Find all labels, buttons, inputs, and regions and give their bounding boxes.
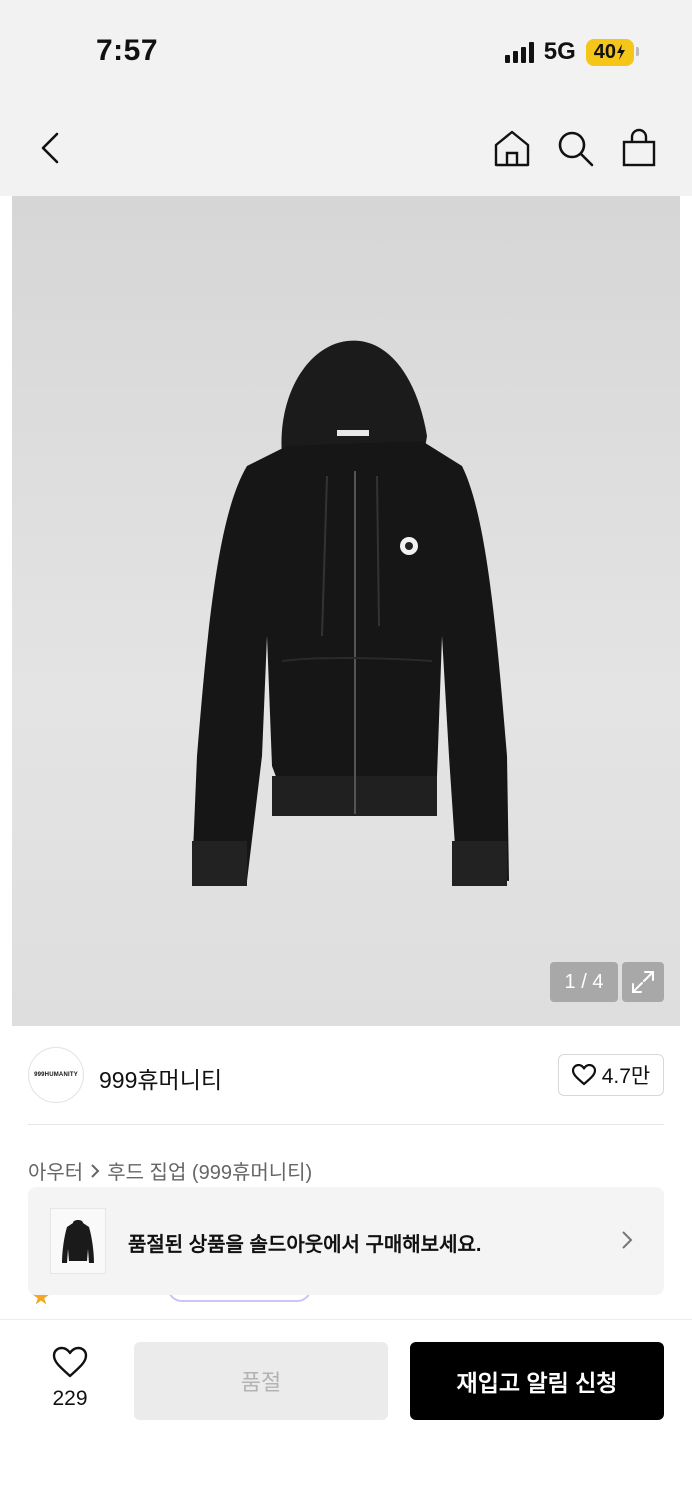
product-image-gallery[interactable]: 1 / 4 — [12, 196, 680, 1026]
image-pager: 1 / 4 — [550, 962, 618, 1002]
network-label: 5G — [543, 38, 576, 65]
banner-thumbnail — [50, 1208, 106, 1274]
home-icon — [494, 130, 530, 167]
wishlist-button[interactable]: 229 — [40, 1346, 100, 1411]
battery-level: 40 — [593, 40, 616, 63]
brand-logo[interactable]: 999HUMANITY — [28, 1047, 84, 1103]
expand-icon — [632, 971, 654, 993]
wishlist-count: 229 — [52, 1387, 88, 1410]
battery-icon: 40 — [585, 38, 639, 66]
status-bar: 7:57 5G 40 — [0, 0, 692, 100]
hoodie-product-image — [192, 340, 509, 886]
soldout-banner[interactable]: 품절된 상품을 솔드아웃에서 구매해보세요. — [28, 1187, 664, 1295]
brand-like-button[interactable]: 4.7만 — [558, 1054, 664, 1096]
status-time: 7:57 — [96, 34, 159, 67]
search-icon — [558, 131, 594, 167]
search-button[interactable] — [553, 126, 597, 170]
expand-button[interactable] — [622, 962, 664, 1002]
heart-icon — [571, 1064, 596, 1086]
breadcrumb-category[interactable]: 아우터 — [28, 1156, 83, 1185]
breadcrumb: 아우터 후드 집업 (999휴머니티) — [28, 1156, 312, 1185]
top-nav-bar — [0, 100, 692, 196]
cart-button[interactable] — [617, 126, 661, 170]
brand-like-count: 4.7만 — [601, 1065, 651, 1088]
chevron-right-icon — [622, 1231, 633, 1249]
restock-alert-button[interactable]: 재입고 알림 신청 — [410, 1342, 664, 1420]
chevron-left-icon — [41, 132, 59, 164]
brand-name[interactable]: 999휴머니티 — [99, 1061, 222, 1095]
breadcrumb-subcategory[interactable]: 후드 집업 (999휴머니티) — [107, 1156, 312, 1185]
shopping-bag-icon — [622, 128, 656, 167]
bottom-action-bar: 229 품절 재입고 알림 신청 — [0, 1319, 692, 1500]
back-button[interactable] — [28, 126, 72, 170]
brand-row[interactable]: 999HUMANITY 999휴머니티 4.7만 — [0, 1026, 692, 1126]
divider — [28, 1124, 664, 1125]
home-button[interactable] — [490, 126, 534, 170]
soldout-button[interactable]: 품절 — [134, 1342, 388, 1420]
signal-icon — [504, 41, 534, 63]
chevron-right-icon — [91, 1163, 100, 1178]
banner-text: 품절된 상품을 솔드아웃에서 구매해보세요. — [128, 1234, 482, 1256]
status-indicators: 5G 40 — [504, 38, 639, 66]
heart-icon — [52, 1346, 88, 1378]
